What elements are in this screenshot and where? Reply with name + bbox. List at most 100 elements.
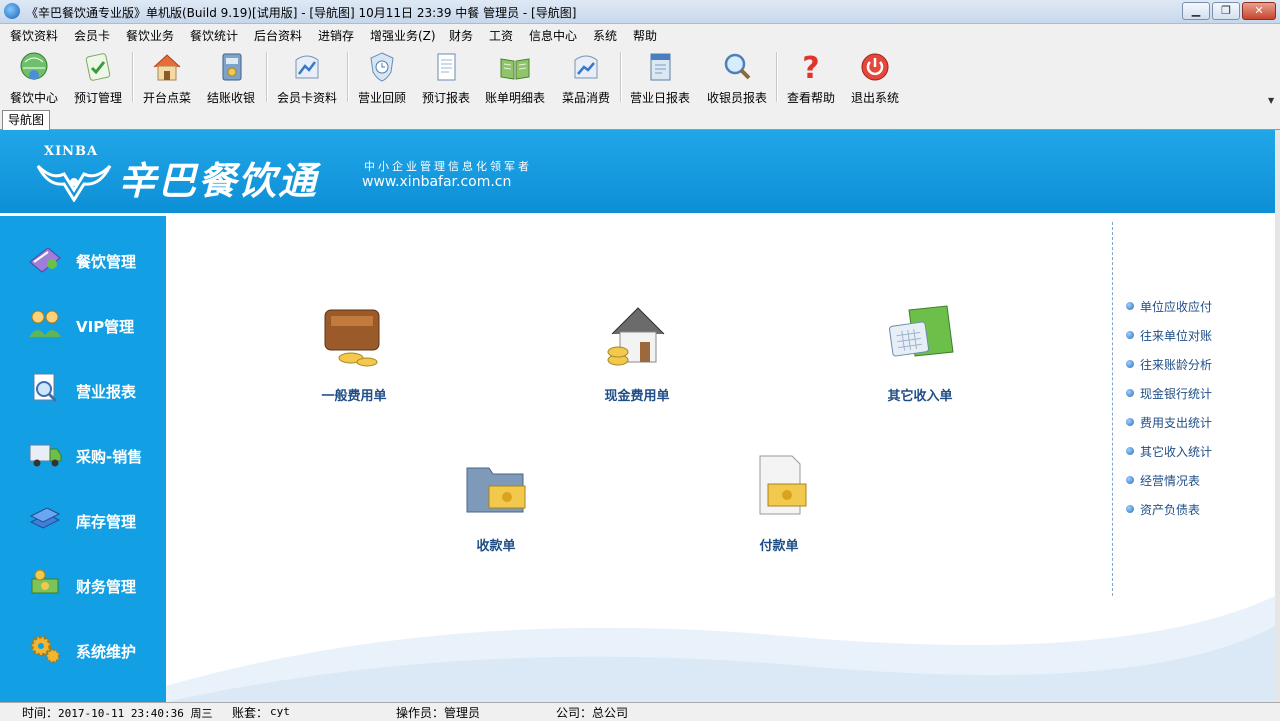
people-icon (29, 310, 61, 337)
menu-bar: 餐饮资料 会员卡 餐饮业务 餐饮统计 后台资料 进销存 增强业务(Z) 财务 工… (0, 24, 1280, 46)
stack-books-icon (29, 507, 61, 529)
close-icon: ✕ (1254, 4, 1264, 17)
menu-item-system[interactable]: 系统 (591, 27, 619, 44)
minimize-button[interactable]: ▁ (1182, 2, 1210, 20)
dining-icon (29, 247, 61, 273)
bullet-icon (1126, 302, 1134, 310)
menu-item-help[interactable]: 帮助 (631, 27, 659, 44)
toolbar-separator (266, 52, 268, 102)
background-wave (166, 596, 1275, 702)
menu-item-enhanced-business[interactable]: 增强业务(Z) (368, 27, 438, 44)
toolbar-button-checkout[interactable]: 结账收银 (201, 50, 261, 106)
brand-url: www.xinbafar.com.cn (362, 174, 512, 190)
toolbar-separator (347, 52, 349, 102)
menu-item-restaurant-data[interactable]: 餐饮资料 (8, 27, 60, 44)
menu-item-member-card[interactable]: 会员卡 (72, 27, 112, 44)
question-icon: ? (802, 51, 819, 86)
nav-item-finance-management[interactable]: 财务管理 (0, 549, 166, 609)
menu-item-salary[interactable]: 工资 (487, 27, 515, 44)
toolbar-button-daily-report[interactable]: 营业日报表 (626, 50, 694, 106)
toolbar: 餐饮中心 预订管理 开台点菜 结账收银 会员卡资料 营业回顾 预订报表 账单明细… (0, 46, 1280, 108)
status-time-label: 时间： (22, 706, 59, 720)
nav-item-inventory-management[interactable]: 库存管理 (0, 484, 166, 544)
toolbar-button-dining-center[interactable]: 餐饮中心 (4, 50, 64, 106)
status-account-value: cyt (270, 705, 290, 718)
function-general-expense[interactable]: 一般费用单 (284, 300, 424, 404)
house-coins-icon (607, 307, 665, 366)
toolbar-separator (132, 52, 134, 102)
card-chart-icon (295, 55, 319, 79)
app-logo-icon (4, 3, 20, 19)
nav-item-dining-management[interactable]: 餐饮管理 (0, 224, 166, 284)
status-time-value: 2017-10-11 23:40:36 周三 (58, 707, 213, 720)
money-icon (31, 569, 59, 594)
toolbar-button-view-help[interactable]: ? 查看帮助 (782, 50, 840, 106)
menu-item-inventory[interactable]: 进销存 (316, 27, 356, 44)
status-operator-value: 管理员 (444, 706, 481, 720)
truck-icon (29, 444, 62, 467)
nav-item-business-report[interactable]: 营业报表 (0, 354, 166, 414)
status-bar: 时间： 2017-10-11 23:40:36 周三 账套： cyt 操作员： … (0, 702, 1280, 720)
toolbar-button-reservation[interactable]: 预订管理 (68, 50, 128, 106)
tab-navigation-map[interactable]: 导航图 (2, 110, 51, 130)
folder-cash-icon (466, 467, 526, 513)
close-button[interactable]: ✕ (1242, 2, 1276, 20)
toolbar-button-reservation-report[interactable]: 预订报表 (416, 50, 476, 106)
calculator-folder-icon (888, 305, 954, 357)
bullet-icon (1126, 447, 1134, 455)
toolbar-button-bill-detail[interactable]: 账单明细表 (482, 50, 548, 106)
nav-item-system-maintenance[interactable]: 系统维护 (0, 614, 166, 674)
menu-item-info-center[interactable]: 信息中心 (527, 27, 579, 44)
cash-book-icon (222, 53, 242, 81)
toolbar-button-business-review[interactable]: 营业回顾 (352, 50, 412, 106)
report-search-icon (33, 373, 58, 403)
toolbar-button-member-card-data[interactable]: 会员卡资料 (272, 50, 342, 106)
header-banner: XINBA 辛巴餐饮通 中小企业管理信息化领军者 www.xinbafar.co… (0, 130, 1275, 216)
house-icon (153, 54, 181, 81)
tab-strip: 导航图 (0, 108, 1280, 130)
bullet-icon (1126, 389, 1134, 397)
bull-logo-icon (36, 164, 112, 202)
minimize-icon: ▁ (1191, 4, 1201, 17)
function-cash-expense[interactable]: 现金费用单 (567, 300, 707, 404)
brand-slogan: 中小企业管理信息化领军者 (364, 160, 532, 173)
main-navigation-area: 一般费用单 现金费用单 其它收入单 收款单 付款单 单位应收应付 往来单位对账 (166, 216, 1275, 702)
function-receipt[interactable]: 收款单 (426, 450, 566, 554)
bullet-icon (1126, 360, 1134, 368)
status-company-label: 公司： (556, 706, 593, 720)
menu-item-restaurant-stats[interactable]: 餐饮统计 (188, 27, 240, 44)
toolbar-button-cashier-report[interactable]: 收银员报表 (702, 50, 772, 106)
toolbar-overflow-icon[interactable]: ▼ (1268, 96, 1274, 105)
wallet-coins-icon (324, 309, 380, 367)
status-operator-label: 操作员： (396, 706, 445, 720)
status-account-label: 账套： (232, 706, 269, 720)
globe-person-icon (20, 52, 48, 80)
toolbar-button-exit-system[interactable]: 退出系统 (846, 50, 904, 106)
maximize-button[interactable]: ❐ (1212, 2, 1240, 20)
bullet-icon (1126, 418, 1134, 426)
bullet-icon (1126, 505, 1134, 513)
toolbar-separator (620, 52, 622, 102)
menu-item-finance[interactable]: 财务 (447, 27, 475, 44)
vertical-scrollbar[interactable] (1275, 130, 1280, 702)
title-bar: 《辛巴餐饮通专业版》单机版(Build 9.19)[试用版] - [导航图] 1… (0, 0, 1280, 24)
function-other-income[interactable]: 其它收入单 (850, 300, 990, 404)
magnifier-icon (724, 53, 751, 80)
panel-divider (1112, 222, 1113, 596)
toolbar-button-open-table[interactable]: 开台点菜 (137, 50, 197, 106)
bullet-icon (1126, 331, 1134, 339)
function-payment[interactable]: 付款单 (709, 450, 849, 554)
document-cash-icon (759, 455, 807, 515)
nav-item-vip-management[interactable]: VIP管理 (0, 289, 166, 349)
calendar-doc-icon (650, 53, 671, 81)
left-navigation: 餐饮管理 VIP管理 营业报表 采购-销售 库存管理 财务管理 系统维护 (0, 216, 166, 702)
menu-item-backend-data[interactable]: 后台资料 (252, 27, 304, 44)
menu-item-restaurant-business[interactable]: 餐饮业务 (124, 27, 176, 44)
shield-clock-icon (370, 52, 394, 82)
toolbar-button-dish-consumption[interactable]: 菜品消费 (556, 50, 616, 106)
status-company-value: 总公司 (592, 706, 629, 720)
nav-item-purchase-sales[interactable]: 采购-销售 (0, 419, 166, 479)
chart-doc-icon (574, 55, 598, 79)
window-title: 《辛巴餐饮通专业版》单机版(Build 9.19)[试用版] - [导航图] 1… (26, 6, 577, 20)
note-check-icon (85, 53, 111, 81)
